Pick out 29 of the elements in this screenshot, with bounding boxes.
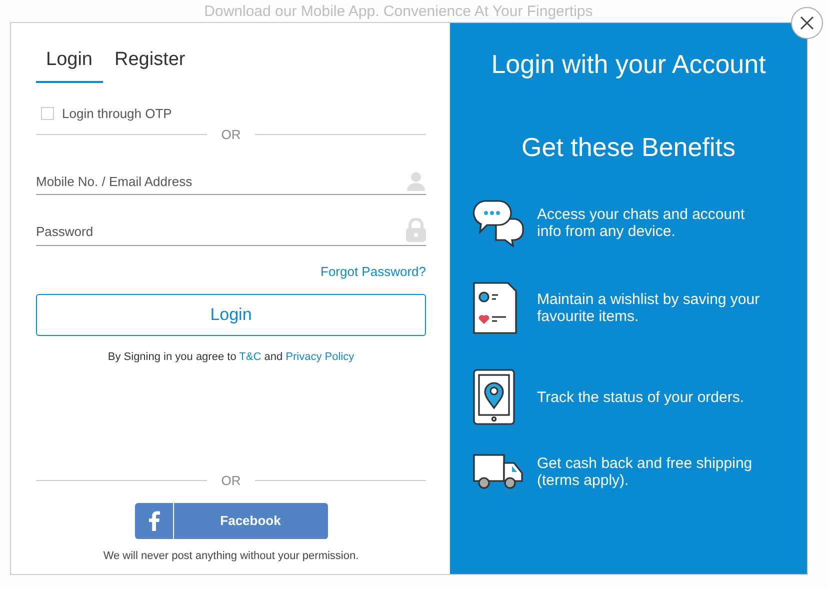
user-icon: [406, 171, 426, 191]
benefit-text: Get cash back and free shipping (terms apply).: [537, 455, 754, 489]
tab[interactable]: Register: [104, 46, 196, 82]
benefit-text: Access your chats and account info from any device.: [537, 206, 746, 240]
login-button[interactable]: Login: [36, 294, 426, 336]
lock-icon: [406, 218, 426, 242]
tablet-location-icon: [472, 368, 516, 426]
truck-icon: [472, 453, 524, 491]
terms-link[interactable]: T&C: [239, 351, 262, 363]
privacy-policy-link[interactable]: Privacy Policy: [286, 351, 354, 363]
terms-text: By Signing in you agree to T&C and Privacy Policy: [106, 350, 356, 365]
benefits-subtitle: Get these Benefits: [520, 131, 736, 164]
facebook-icon: [148, 510, 160, 530]
or-divider-text: OR: [221, 126, 241, 144]
chat-bubbles-icon: [472, 199, 524, 247]
benefit-text: Maintain a wishlist by saving your favourite items.: [537, 291, 761, 325]
otp-label: Login through OTP: [62, 104, 172, 123]
tab[interactable]: Login: [36, 46, 102, 82]
banner-text: Download our Mobile App. Convenience At Your Fingertips: [204, 2, 593, 22]
permission-notice: We will never post anything without your permission.: [102, 548, 360, 564]
or-divider-text: OR: [221, 472, 241, 490]
benefit-text: Track the status of your orders.: [537, 388, 746, 406]
otp-checkbox[interactable]: [41, 106, 54, 120]
forgot-password-link[interactable]: Forgot Password?: [320, 264, 426, 278]
close-button[interactable]: [791, 7, 823, 39]
close-icon: [800, 16, 814, 30]
benefits-title: Login with your Account: [490, 48, 767, 81]
wishlist-icon: [472, 281, 518, 335]
facebook-button[interactable]: Facebook: [134, 502, 328, 538]
